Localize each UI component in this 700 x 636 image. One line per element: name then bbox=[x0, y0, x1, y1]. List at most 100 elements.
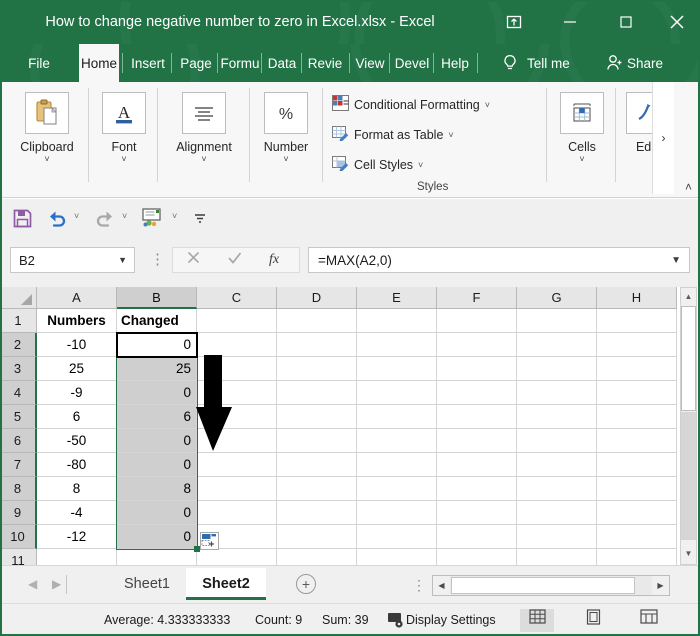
share-button[interactable]: Share bbox=[627, 44, 663, 82]
cell-c1[interactable] bbox=[197, 309, 277, 333]
row-header-9[interactable]: 9 bbox=[0, 501, 37, 525]
sheet-tab-sheet1[interactable]: Sheet1 bbox=[108, 568, 186, 600]
cell-a7[interactable]: -80 bbox=[37, 453, 117, 477]
cell-e9[interactable] bbox=[357, 501, 437, 525]
cell-f7[interactable] bbox=[437, 453, 517, 477]
cell-f11[interactable] bbox=[437, 549, 517, 565]
cell-h2[interactable] bbox=[597, 333, 677, 357]
cell-g7[interactable] bbox=[517, 453, 597, 477]
chevron-down-icon[interactable]: ▼ bbox=[118, 248, 127, 273]
cell-e4[interactable] bbox=[357, 381, 437, 405]
undo-dropdown-icon[interactable]: ˅ bbox=[74, 211, 79, 221]
insert-function-fx-icon[interactable]: fx bbox=[267, 249, 287, 272]
cell-d6[interactable] bbox=[277, 429, 357, 453]
restore-up-icon[interactable] bbox=[492, 6, 536, 38]
cell-d11[interactable] bbox=[277, 549, 357, 565]
tab-file[interactable]: File bbox=[18, 44, 60, 82]
cell-b11[interactable] bbox=[117, 549, 197, 565]
cell-g4[interactable] bbox=[517, 381, 597, 405]
column-header-h[interactable]: H bbox=[597, 287, 677, 309]
cell-h4[interactable] bbox=[597, 381, 677, 405]
cell-a3[interactable]: 25 bbox=[37, 357, 117, 381]
tell-me-search[interactable]: Tell me bbox=[527, 44, 570, 82]
cell-f8[interactable] bbox=[437, 477, 517, 501]
cell-styles-button[interactable]: Cell Styles ˅ bbox=[332, 155, 423, 174]
formula-input[interactable]: =MAX(A2,0) ▼ bbox=[308, 247, 690, 273]
cell-a9[interactable]: -4 bbox=[37, 501, 117, 525]
tab-insert[interactable]: Insert bbox=[126, 44, 170, 82]
cell-h9[interactable] bbox=[597, 501, 677, 525]
chevron-down-icon[interactable]: ˅ bbox=[418, 160, 423, 170]
cell-f3[interactable] bbox=[437, 357, 517, 381]
column-header-b[interactable]: B bbox=[117, 287, 197, 309]
cell-d1[interactable] bbox=[277, 309, 357, 333]
tab-review[interactable]: Revie bbox=[304, 44, 346, 82]
chevron-down-icon[interactable]: ˅ bbox=[8, 155, 86, 163]
row-header-6[interactable]: 6 bbox=[0, 429, 37, 453]
cell-e1[interactable] bbox=[357, 309, 437, 333]
cell-e3[interactable] bbox=[357, 357, 437, 381]
tab-page-layout[interactable]: Page bbox=[174, 44, 218, 82]
tab-help[interactable]: Help bbox=[437, 44, 473, 82]
horizontal-scrollbar[interactable]: ◀ ▶ bbox=[432, 575, 670, 596]
next-sheet-icon[interactable]: ▶ bbox=[52, 577, 61, 591]
cell-e7[interactable] bbox=[357, 453, 437, 477]
row-header-8[interactable]: 8 bbox=[0, 477, 37, 501]
vertical-scroll-thumb[interactable] bbox=[681, 306, 696, 411]
horizontal-scroll-thumb[interactable] bbox=[451, 577, 635, 594]
tab-data[interactable]: Data bbox=[264, 44, 300, 82]
cell-d7[interactable] bbox=[277, 453, 357, 477]
cell-h7[interactable] bbox=[597, 453, 677, 477]
cell-e10[interactable] bbox=[357, 525, 437, 549]
collapse-ribbon-icon[interactable]: ˄ bbox=[685, 181, 692, 193]
cell-c9[interactable] bbox=[197, 501, 277, 525]
column-header-f[interactable]: F bbox=[437, 287, 517, 309]
cell-h11[interactable] bbox=[597, 549, 677, 565]
tab-formulas[interactable]: Formu bbox=[220, 44, 260, 82]
scroll-right-icon[interactable]: ▶ bbox=[652, 576, 669, 595]
cell-e6[interactable] bbox=[357, 429, 437, 453]
cell-h3[interactable] bbox=[597, 357, 677, 381]
number-group-button[interactable]: % Number ˅ bbox=[255, 92, 317, 163]
expand-formula-bar-icon[interactable]: ▼ bbox=[671, 248, 681, 273]
cell-g8[interactable] bbox=[517, 477, 597, 501]
cell-d2[interactable] bbox=[277, 333, 357, 357]
column-header-a[interactable]: A bbox=[37, 287, 117, 309]
cell-h10[interactable] bbox=[597, 525, 677, 549]
cell-e2[interactable] bbox=[357, 333, 437, 357]
cell-a2[interactable]: -10 bbox=[37, 333, 117, 357]
sheet-bar-grip[interactable]: ⋮ bbox=[412, 577, 426, 593]
column-header-d[interactable]: D bbox=[277, 287, 357, 309]
cell-g9[interactable] bbox=[517, 501, 597, 525]
cell-g5[interactable] bbox=[517, 405, 597, 429]
cell-g11[interactable] bbox=[517, 549, 597, 565]
row-header-2[interactable]: 2 bbox=[0, 333, 37, 357]
clipboard-group-button[interactable]: Clipboard ˅ bbox=[8, 92, 86, 163]
cell-d4[interactable] bbox=[277, 381, 357, 405]
row-header-11[interactable]: 11 bbox=[0, 549, 37, 565]
cell-a4[interactable]: -9 bbox=[37, 381, 117, 405]
page-break-view-icon[interactable] bbox=[632, 609, 666, 632]
column-header-g[interactable]: G bbox=[517, 287, 597, 309]
cell-a6[interactable]: -50 bbox=[37, 429, 117, 453]
cells-group-button[interactable]: Cells ˅ bbox=[554, 92, 610, 163]
scroll-up-icon[interactable]: ▲ bbox=[681, 288, 696, 305]
previous-sheet-icon[interactable]: ◀ bbox=[28, 577, 37, 591]
formula-bar-grip[interactable]: ⋮ bbox=[150, 249, 165, 271]
close-icon[interactable] bbox=[655, 6, 699, 38]
cell-c11[interactable] bbox=[197, 549, 277, 565]
cell-c2[interactable] bbox=[197, 333, 277, 357]
row-header-10[interactable]: 10 bbox=[0, 525, 37, 549]
cell-a5[interactable]: 6 bbox=[37, 405, 117, 429]
select-all-corner[interactable] bbox=[0, 287, 37, 309]
cell-f5[interactable] bbox=[437, 405, 517, 429]
cell-g2[interactable] bbox=[517, 333, 597, 357]
cancel-x-icon[interactable] bbox=[185, 249, 202, 271]
minimize-icon[interactable] bbox=[548, 6, 592, 38]
sheet-tab-sheet2[interactable]: Sheet2 bbox=[186, 568, 266, 600]
cell-d5[interactable] bbox=[277, 405, 357, 429]
vertical-scrollbar[interactable]: ▲ ▼ bbox=[680, 287, 697, 565]
cell-h8[interactable] bbox=[597, 477, 677, 501]
redo-dropdown-icon[interactable]: ˅ bbox=[122, 211, 127, 221]
autofill-options-icon[interactable] bbox=[200, 532, 219, 550]
